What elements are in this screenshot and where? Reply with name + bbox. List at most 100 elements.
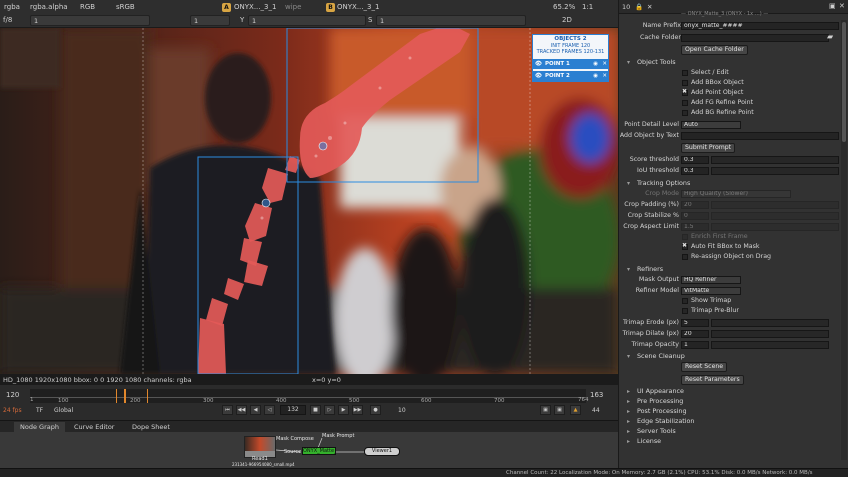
expand-icon[interactable]: ▸ [627,438,630,445]
out-frame[interactable]: 163 [590,391,603,399]
fps-label[interactable]: 24 fps [3,407,22,414]
crop-aspect-input[interactable]: 1.5 [681,223,709,231]
global-select[interactable]: Global [54,407,73,414]
view-mode-select[interactable]: 2D [562,16,572,24]
tf-select[interactable]: TF [36,407,43,414]
close-panel-icon[interactable]: ✕ [839,2,845,10]
mask-output-select[interactable]: HQ Refiner [681,276,741,284]
out-marker[interactable] [147,389,148,403]
next-key-button[interactable]: ▶▶ [352,405,363,415]
point-2-row[interactable]: 👁 POINT 2 ◉ ✕ [532,71,609,81]
loop-button[interactable]: ▣ [540,405,551,415]
bounce-button[interactable]: ▣ [554,405,565,415]
read-node-thumbnail[interactable] [244,436,276,458]
zoom-select[interactable]: 65.2% [553,3,575,11]
reset-parameters-button[interactable]: Reset Parameters [681,375,744,385]
enrich-first-checkbox[interactable] [682,234,688,240]
score-threshold-slider[interactable] [711,156,839,164]
play-back-button[interactable]: ◁ [264,405,275,415]
trimap-preblur-checkbox[interactable] [682,308,688,314]
name-prefix-input[interactable]: onyx_matte_#### [681,22,839,30]
wipe-select[interactable]: wipe [285,3,301,11]
open-cache-folder-button[interactable]: Open Cache Folder [681,45,748,55]
expand-icon[interactable]: ▸ [627,428,630,435]
fstop-label[interactable]: f/8 [3,16,12,24]
score-threshold-input[interactable]: 0.3 [681,156,709,164]
play-forward-button[interactable]: ▷ [324,405,335,415]
auto-fit-checkbox[interactable] [682,242,688,250]
expand-icon[interactable]: ▸ [627,418,630,425]
trimap-opacity-input[interactable]: 1 [681,341,709,349]
crop-mode-select[interactable]: High Quality (Slower) [681,190,791,198]
crop-padding-input[interactable]: 20 [681,201,709,209]
eye-icon[interactable]: 👁 [535,71,542,81]
iou-threshold-slider[interactable] [711,167,839,175]
point-1-marker[interactable] [318,141,328,151]
pre-processing-section[interactable]: Pre Processing [637,397,683,405]
properties-scrollbar[interactable] [841,20,847,460]
cache-folder-input[interactable] [681,34,829,42]
s-field[interactable]: 1 [376,15,526,26]
input-b-select[interactable]: ONYX..._3_1 [337,3,379,11]
crop-padding-slider[interactable] [711,201,839,209]
cache-button[interactable]: ▲ [570,405,581,415]
iou-threshold-input[interactable]: 0.3 [681,167,709,175]
collapse-icon[interactable]: ▾ [627,59,630,66]
add-fg-checkbox[interactable] [682,100,688,106]
gain-field[interactable]: 1 [30,15,150,26]
scene-cleanup-section[interactable]: Scene Cleanup [637,352,685,360]
select-edit-checkbox[interactable] [682,70,688,76]
viewer-canvas[interactable]: OBJECTS 2 INIT FRAME 120 TRACKED FRAMES … [0,28,618,374]
object-tools-section[interactable]: Object Tools [637,58,676,66]
lock-icon[interactable]: 🔒 [635,3,643,11]
point-detail-select[interactable]: Auto [681,121,741,129]
add-point-checkbox[interactable] [682,88,688,96]
tracking-options-section[interactable]: Tracking Options [637,179,690,187]
collapse-icon[interactable]: ▾ [627,266,630,273]
layer-select[interactable]: rgba.alpha [30,3,68,11]
crop-stabilize-slider[interactable] [711,212,839,220]
float-panel-icon[interactable]: ▣ [829,2,836,10]
show-trimap-checkbox[interactable] [682,298,688,304]
channel-set-select[interactable]: rgba [4,3,20,11]
edge-stabilization-section[interactable]: Edge Stabilization [637,417,695,425]
collapse-icon[interactable]: ▾ [627,353,630,360]
next-frame-button[interactable]: ▶ [338,405,349,415]
prev-frame-button[interactable]: ◀ [250,405,261,415]
max-panels-field[interactable]: 10 [622,3,630,11]
y-field[interactable]: 1 [248,15,366,26]
license-section[interactable]: License [637,437,661,445]
end-field[interactable]: 44 [592,407,600,414]
reset-scene-button[interactable]: Reset Scene [681,362,728,372]
onyx-matte-node[interactable]: ONYX_Matte_3 [302,447,336,455]
playhead[interactable] [124,389,126,403]
close-icon[interactable]: ✕ [602,71,607,81]
viewer-node[interactable]: Viewer1 [364,447,400,456]
trimap-dilate-slider[interactable] [711,330,829,338]
refiners-section[interactable]: Refiners [637,265,663,273]
prev-key-button[interactable]: ◀◀ [236,405,247,415]
trimap-opacity-slider[interactable] [711,341,829,349]
eye-icon[interactable]: 👁 [535,59,542,69]
stop-button[interactable]: ■ [310,405,321,415]
post-processing-section[interactable]: Post Processing [637,407,687,415]
point-2-marker[interactable] [261,198,271,208]
step-field[interactable]: 10 [398,407,406,414]
expand-icon[interactable]: ▸ [627,398,630,405]
expand-icon[interactable]: ▸ [627,408,630,415]
crop-aspect-slider[interactable] [711,223,839,231]
server-tools-section[interactable]: Server Tools [637,427,676,435]
trimap-erode-slider[interactable] [711,319,829,327]
current-frame-field[interactable]: 132 [280,405,306,415]
close-icon[interactable]: ✕ [602,59,607,69]
clear-icon[interactable]: ✕ [647,3,652,11]
add-bg-checkbox[interactable] [682,110,688,116]
collapse-icon[interactable]: ▾ [627,180,630,187]
reassign-checkbox[interactable] [682,254,688,260]
input-a-select[interactable]: ONYX..._3_1 [234,3,276,11]
ratio-select[interactable]: 1:1 [582,3,593,11]
refiner-model-select[interactable]: VitMatte [681,287,741,295]
ui-appearance-section[interactable]: UI Appearance [637,387,684,395]
folder-icon[interactable]: ▰ [827,32,833,41]
add-by-text-input[interactable] [681,132,839,140]
